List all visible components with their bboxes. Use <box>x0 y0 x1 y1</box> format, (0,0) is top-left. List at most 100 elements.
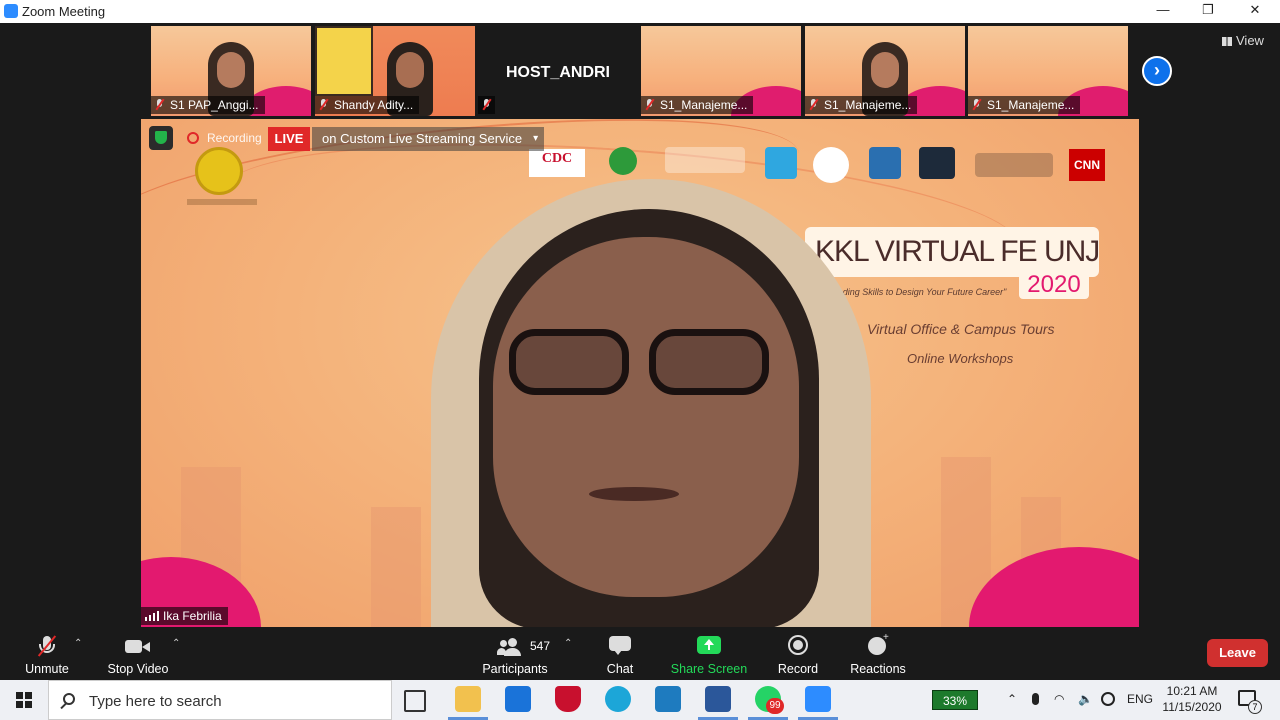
host-name: HOST_ANDRI <box>505 64 610 81</box>
language-indicator[interactable]: ENG <box>1127 692 1153 706</box>
zoom-app-icon <box>4 4 18 18</box>
participant-tile[interactable]: S1_Manajeme... <box>641 26 801 116</box>
participant-name-tag: S1_Manajeme... <box>968 96 1081 114</box>
zoom-taskbar-icon[interactable] <box>805 686 831 712</box>
microphone-icon[interactable] <box>1032 693 1039 705</box>
record-label: Record <box>777 662 819 676</box>
battery-indicator[interactable]: 33% <box>932 690 978 710</box>
restore-button[interactable]: ❐ <box>1193 2 1223 20</box>
task-view-icon[interactable] <box>404 690 426 712</box>
muted-mic-icon <box>645 99 654 110</box>
chat-label: Chat <box>606 662 634 676</box>
share-screen-button[interactable]: Share Screen <box>670 634 748 676</box>
network-globe-icon[interactable] <box>1101 692 1115 706</box>
participant-name-tag: Shandy Adity... <box>315 96 420 114</box>
participants-options-caret[interactable]: ⌃ <box>564 638 572 649</box>
windows-taskbar: Type here to search 99 33% ⌃ ◠ 🔈 ENG 10:… <box>0 680 1280 720</box>
audio-options-caret[interactable]: ⌃ <box>74 638 82 649</box>
speaker-name-tag: Ika Febrilia <box>141 607 228 625</box>
muted-mic-icon <box>155 99 164 110</box>
leave-button[interactable]: Leave <box>1207 639 1268 667</box>
close-window-button[interactable]: ✕ <box>1240 2 1270 20</box>
share-screen-label: Share Screen <box>670 662 748 676</box>
wifi-icon[interactable]: ◠ <box>1054 692 1064 706</box>
taskbar-search-input[interactable]: Type here to search <box>48 680 392 720</box>
mcafee-icon[interactable] <box>555 686 581 712</box>
app-l-icon[interactable] <box>655 686 681 712</box>
muted-mic-icon <box>482 99 491 110</box>
participant-tile[interactable]: S1_Manajeme... <box>968 26 1128 116</box>
search-icon <box>63 693 75 705</box>
video-options-caret[interactable]: ⌃ <box>172 638 180 649</box>
record-button[interactable]: Record <box>776 634 820 676</box>
muted-mic-icon <box>972 99 981 110</box>
speaker-name: Ika Febrilia <box>163 609 222 623</box>
slide-year: 2020 <box>1019 271 1089 299</box>
participant-name: Shandy Adity... <box>334 98 414 112</box>
view-label: View <box>1236 33 1264 48</box>
speaker-volume-icon[interactable]: 🔈 <box>1078 692 1093 706</box>
participants-count: 547 <box>530 639 551 653</box>
window-title: Zoom Meeting <box>22 4 106 19</box>
participants-label: Participants <box>482 662 548 676</box>
participants-button[interactable]: 547 Participants <box>478 634 552 676</box>
slide-line-2: Online Workshops <box>907 351 1014 366</box>
stop-video-label: Stop Video <box>107 662 169 676</box>
sponsor-logo <box>813 147 849 183</box>
muted-mic-icon <box>809 99 818 110</box>
slide-title-box: KKL VIRTUAL FE UNJ <box>805 227 1100 277</box>
sponsor-logo <box>609 147 637 175</box>
search-placeholder: Type here to search <box>89 693 222 710</box>
muted-mic-icon <box>319 99 328 110</box>
active-speaker-video[interactable]: CDC CNN KKL VIRTUAL FE UNJ 2020 "Upgradi… <box>141 119 1139 627</box>
participants-icon <box>497 638 522 656</box>
taskbar-clock[interactable]: 10:21 AM 11/15/2020 <box>1158 683 1226 715</box>
word-icon[interactable] <box>705 686 731 712</box>
live-streaming-dropdown[interactable]: on Custom Live Streaming Service ▾ <box>312 127 545 151</box>
university-seal-logo <box>195 147 243 195</box>
presenter-glasses <box>509 329 769 399</box>
reactions-label: Reactions <box>850 662 906 676</box>
chat-button[interactable]: Chat <box>598 634 642 676</box>
smiley-icon: + <box>867 632 889 658</box>
sponsor-logo <box>765 147 797 179</box>
windows-start-icon[interactable] <box>16 692 32 708</box>
edge-browser-icon[interactable] <box>605 686 631 712</box>
record-icon <box>787 634 809 658</box>
muted-mic-icon <box>37 634 57 658</box>
chat-bubble-icon <box>609 634 631 658</box>
minimize-button[interactable]: — <box>1148 2 1178 20</box>
video-camera-icon <box>125 634 151 658</box>
participant-name: S1_Manajeme... <box>824 98 912 112</box>
next-page-button[interactable]: › <box>1142 56 1172 86</box>
unmute-button[interactable]: Unmute <box>22 634 72 676</box>
whatsapp-badge: 99 <box>766 698 784 714</box>
participant-tile[interactable]: Shandy Adity... <box>315 26 475 116</box>
cnn-logo: CNN <box>1069 149 1105 181</box>
share-screen-icon <box>697 634 721 658</box>
participant-tile[interactable]: S1_Manajeme... <box>805 26 965 116</box>
window-titlebar: Zoom Meeting — ❐ ✕ <box>0 0 1280 23</box>
participant-tile[interactable]: S1 PAP_Anggi... <box>151 26 311 116</box>
unmute-label: Unmute <box>25 662 69 676</box>
chevron-up-icon[interactable]: ⌃ <box>1007 692 1017 706</box>
mail-icon[interactable] <box>505 686 531 712</box>
notification-count: 7 <box>1248 700 1262 714</box>
file-explorer-icon[interactable] <box>455 686 481 712</box>
sponsor-logo <box>975 153 1053 177</box>
slide-title: KKL VIRTUAL FE UNJ <box>815 235 1100 268</box>
participant-name-tag: S1_Manajeme... <box>641 96 754 114</box>
security-shield-icon[interactable] <box>149 126 173 150</box>
participant-name-tag <box>478 96 495 114</box>
participant-tile-host[interactable]: HOST_ANDRI <box>478 26 638 116</box>
recording-icon <box>187 132 199 144</box>
signal-bars-icon <box>145 611 159 621</box>
meeting-toolbar: Unmute ⌃ Stop Video ⌃ 547 Participants ⌃… <box>0 630 1280 680</box>
view-button[interactable]: View <box>1222 33 1264 48</box>
participant-name: S1 PAP_Anggi... <box>170 98 259 112</box>
sponsor-logo <box>869 147 901 179</box>
stop-video-button[interactable]: Stop Video <box>106 634 170 676</box>
clock-time: 10:21 AM <box>1166 684 1218 698</box>
reactions-button[interactable]: + Reactions <box>848 632 908 676</box>
sponsor-logo <box>919 147 955 179</box>
